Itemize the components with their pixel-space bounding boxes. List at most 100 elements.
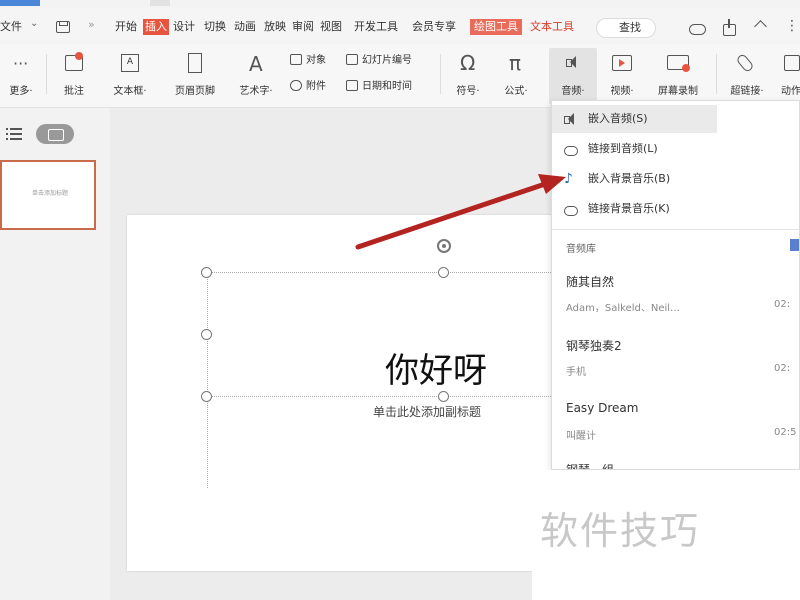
textbox-border — [207, 272, 208, 488]
tab-animation[interactable]: 动画 — [234, 19, 256, 35]
video-icon — [609, 52, 635, 76]
double-chevron-icon[interactable]: » — [88, 18, 95, 31]
resize-handle[interactable] — [201, 329, 212, 340]
resize-handle[interactable] — [201, 267, 212, 278]
library-item-duration: 02:5 — [774, 427, 797, 438]
ellipsis-icon: ··· — [13, 54, 29, 73]
audio-dropdown-menu: 嵌入音频(S) 链接到音频(L) ♪ 嵌入背景音乐(B) 链接背景音乐(K) 音… — [551, 100, 800, 470]
audio-library-header: 音频库 — [566, 244, 596, 255]
library-item-artist: 叫醒计 — [566, 431, 596, 442]
omega-icon: Ω — [460, 51, 476, 75]
file-menu[interactable]: 文件 — [0, 19, 22, 35]
tab-review[interactable]: 审阅 — [292, 19, 314, 35]
textbox-border — [207, 396, 607, 397]
library-item-title[interactable]: 钢琴一组 — [566, 461, 614, 469]
tab-text-tools[interactable]: 文本工具 — [530, 19, 574, 35]
audio-button[interactable]: 音频· — [549, 48, 597, 104]
divider — [716, 54, 717, 94]
resize-handle[interactable] — [201, 391, 212, 402]
tab-drawing-tools[interactable]: 绘图工具 — [470, 19, 522, 35]
tab-developer[interactable]: 开发工具 — [354, 19, 398, 35]
menu-bar: 文件 ⌄ » 开始 插入 设计 切换 动画 放映 审阅 视图 开发工具 会员专享… — [0, 8, 800, 44]
library-item-duration: 02: — [774, 299, 791, 310]
header-footer-button[interactable]: 页眉页脚 — [164, 48, 226, 104]
tab-design[interactable]: 设计 — [173, 19, 195, 35]
symbol-button[interactable]: Ω 符号· — [446, 48, 490, 104]
library-item-title[interactable]: 钢琴独奏2 — [566, 337, 622, 354]
window-tab-strip — [0, 0, 40, 6]
slide-number-icon — [346, 54, 358, 65]
library-item-artist: 手机 — [566, 367, 586, 378]
link-background-music-item[interactable]: 链接背景音乐(K) — [552, 195, 799, 223]
tab-member[interactable]: 会员专享 — [412, 19, 456, 35]
chevron-down-icon[interactable]: ⌄ — [30, 18, 38, 29]
slide-number-button[interactable]: 幻灯片编号 — [346, 52, 412, 70]
rotate-handle[interactable] — [437, 239, 451, 253]
divider — [46, 54, 47, 94]
save-icon[interactable] — [56, 21, 70, 33]
link-audio-item[interactable]: 链接到音频(L) — [552, 135, 799, 163]
thumbnail-text: 单击添加标题 — [32, 190, 69, 197]
pi-icon: π — [509, 51, 522, 75]
cloud-link-icon — [564, 143, 578, 156]
cloud-music-icon — [564, 203, 578, 216]
library-item-title[interactable]: Easy Dream — [566, 401, 638, 415]
action-icon — [778, 52, 800, 76]
slide-title[interactable]: 你好呀 — [385, 343, 487, 392]
slide-subtitle-placeholder[interactable]: 单击此处添加副标题 — [373, 403, 481, 420]
library-more-icon[interactable] — [790, 239, 799, 251]
video-button[interactable]: 视频· — [600, 48, 644, 104]
paperclip-icon — [290, 80, 302, 91]
share-icon[interactable] — [720, 19, 738, 37]
slide-thumbnail-panel: 单击添加标题 — [0, 108, 110, 600]
textbox-icon: A — [117, 52, 143, 76]
embed-background-music-item[interactable]: ♪ 嵌入背景音乐(B) — [552, 165, 799, 193]
calendar-icon — [346, 80, 358, 91]
textbox-button[interactable]: A 文本框· — [102, 48, 158, 104]
comment-icon — [61, 52, 87, 76]
object-button[interactable]: 对象 — [290, 52, 326, 70]
music-note-icon: ♪ — [564, 171, 573, 187]
title-strip — [0, 0, 800, 8]
resize-handle[interactable] — [438, 391, 449, 402]
screen-record-icon — [665, 52, 691, 76]
hyperlink-button[interactable]: 超链接· — [722, 48, 772, 104]
embed-audio-item[interactable]: 嵌入音频(S) — [552, 105, 717, 133]
resize-handle[interactable] — [438, 267, 449, 278]
watermark-text: 软件技巧 — [540, 509, 701, 553]
collapse-ribbon-icon[interactable] — [752, 19, 770, 37]
date-time-button[interactable]: 日期和时间 — [346, 78, 412, 96]
action-button[interactable]: 动作 — [776, 48, 800, 104]
library-item-artist: Adam，Salkeld、Neil… — [566, 303, 681, 314]
header-footer-icon — [182, 52, 208, 76]
textbox-border — [207, 272, 607, 273]
window-tab-strip — [150, 0, 170, 6]
link-icon — [734, 52, 760, 76]
menu-divider — [552, 229, 799, 230]
ribbon-toolbar: ··· 更多· 批注 A 文本框· 页眉页脚 A 艺术字· 对象 附件 幻灯片编… — [0, 44, 800, 108]
library-item-duration: 02: — [774, 363, 791, 374]
slide-thumbnail[interactable]: 单击添加标题 — [0, 160, 96, 230]
formula-button[interactable]: π 公式· — [494, 48, 538, 104]
tab-transition[interactable]: 切换 — [204, 19, 226, 35]
wordart-icon: A — [249, 52, 263, 76]
comment-button[interactable]: 批注 — [54, 48, 94, 104]
divider — [440, 54, 441, 94]
tab-view[interactable]: 视图 — [320, 19, 342, 35]
tab-slideshow[interactable]: 放映 — [264, 19, 286, 35]
tab-insert[interactable]: 插入 — [143, 19, 169, 35]
tab-home[interactable]: 开始 — [115, 19, 137, 35]
list-view-icon[interactable] — [6, 128, 22, 140]
speaker-icon — [566, 56, 580, 70]
object-icon — [290, 54, 302, 65]
attachment-button[interactable]: 附件 — [290, 78, 326, 96]
screen-record-button[interactable]: 屏幕录制 — [648, 48, 708, 104]
search-input[interactable]: 查找 — [596, 18, 656, 38]
more-options-icon[interactable] — [780, 18, 799, 37]
library-item-title[interactable]: 随其自然 — [566, 273, 614, 290]
cloud-icon[interactable] — [688, 19, 706, 37]
speaker-icon — [564, 113, 578, 125]
wordart-button[interactable]: A 艺术字· — [230, 48, 282, 104]
more-button[interactable]: ··· 更多· — [0, 48, 42, 104]
thumbnail-view-toggle[interactable] — [36, 124, 74, 144]
